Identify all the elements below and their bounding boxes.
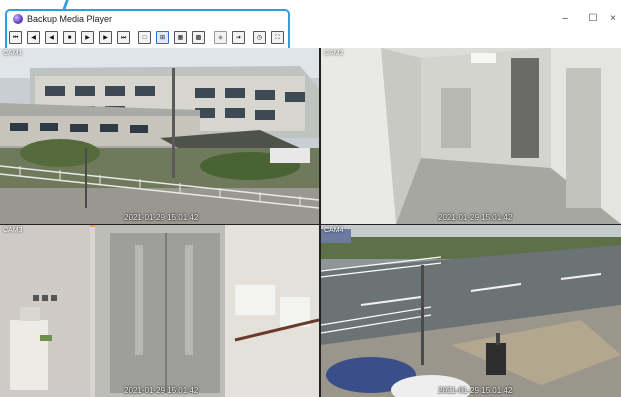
camera-tile-3[interactable]: CAM3 2021-01-29 15:01:42	[0, 225, 319, 397]
fullscreen-button[interactable]: ⛶	[271, 31, 284, 44]
cam3-feed-image	[0, 225, 319, 397]
cam4-feed-image	[321, 225, 621, 397]
layout-1x1-button[interactable]: □	[138, 31, 151, 44]
fullscreen-icon: ⛶	[275, 34, 280, 41]
camera-label: CAM4	[324, 227, 344, 234]
camera-timestamp: 2021-01-29 15:01:42	[438, 386, 513, 395]
skip-end-icon: ⏭	[120, 34, 127, 41]
camera-grid: CAM1 2021-01-29 15:01:42 CAM2 2021-01-29…	[0, 48, 621, 397]
layout-3x3-button[interactable]: ▦	[174, 31, 187, 44]
single-view-icon: □	[142, 34, 147, 41]
skip-to-end-button[interactable]: ⏭	[117, 31, 130, 44]
play-button[interactable]: ▶	[99, 31, 112, 44]
step-back-icon: ◀	[31, 34, 36, 41]
camera-tile-4[interactable]: CAM4 2021-01-29 15:01:42	[321, 225, 621, 397]
cam1-feed-image	[0, 48, 319, 224]
speed-button[interactable]: ➔	[232, 31, 245, 44]
camera-label: CAM2	[324, 50, 344, 57]
camera-label: CAM3	[3, 227, 23, 234]
minimize-button[interactable]: –	[551, 10, 579, 28]
audio-icon: ◆	[218, 34, 223, 41]
nine-view-icon: ▦	[177, 34, 184, 41]
layout-2x2-button[interactable]: ⊞	[156, 31, 169, 44]
camera-timestamp: 2021-01-29 15:01:42	[438, 213, 513, 222]
layout-4x4-button[interactable]: ▩	[192, 31, 205, 44]
time-search-button[interactable]: ◷	[253, 31, 266, 44]
quad-view-icon: ⊞	[160, 34, 165, 41]
camera-tile-1[interactable]: CAM1 2021-01-29 15:01:42	[0, 48, 319, 224]
maximize-button[interactable]: ☐	[579, 10, 607, 28]
camera-tile-2[interactable]: CAM2 2021-01-29 15:01:42	[321, 48, 621, 224]
frame-forward-icon: ▶	[85, 34, 90, 41]
skip-start-icon: ⏮	[12, 34, 19, 41]
camera-label: CAM1	[3, 50, 23, 57]
playback-toolbar: ⏮ ◀ ◀ ■ ▶ ▶ ⏭ □ ⊞ ▦ ▩ ◆ ➔ ◷ ⛶	[9, 31, 289, 45]
clock-icon: ◷	[256, 34, 263, 41]
title-bar: Backup Media Player – ☐ ×	[0, 0, 621, 26]
app-icon	[13, 14, 23, 24]
audio-button[interactable]: ◆	[214, 31, 227, 44]
sixteen-view-icon: ▩	[195, 34, 202, 41]
reverse-play-button[interactable]: ◀	[45, 31, 58, 44]
skip-to-start-button[interactable]: ⏮	[9, 31, 22, 44]
frame-forward-button[interactable]: ▶	[81, 31, 94, 44]
speed-icon: ➔	[236, 34, 241, 41]
stop-button[interactable]: ■	[63, 31, 76, 44]
close-button[interactable]: ×	[605, 10, 621, 28]
stop-icon: ■	[67, 34, 72, 41]
reverse-play-icon: ◀	[49, 34, 54, 41]
step-back-button[interactable]: ◀	[27, 31, 40, 44]
play-icon: ▶	[103, 34, 108, 41]
window-title: Backup Media Player	[27, 14, 113, 24]
camera-timestamp: 2021-01-29 15:01:42	[124, 213, 199, 222]
cam2-feed-image	[321, 48, 621, 224]
camera-timestamp: 2021-01-29 15:01:42	[124, 386, 199, 395]
